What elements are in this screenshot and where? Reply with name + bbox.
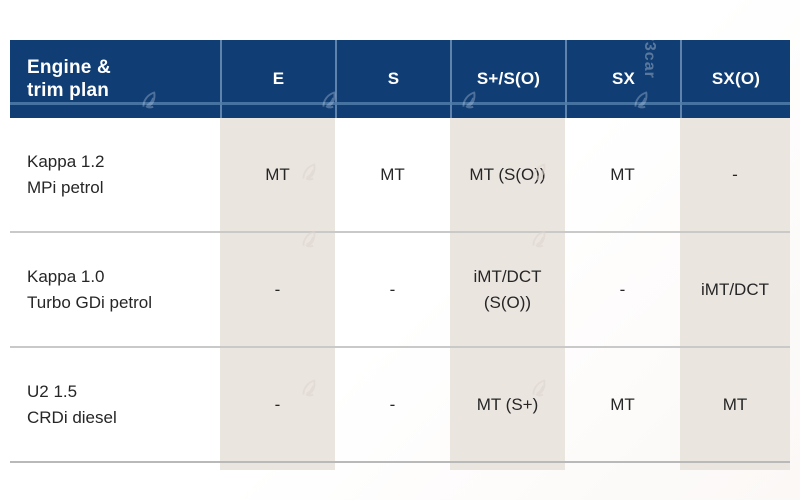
- column-header-s-label: S: [387, 69, 400, 88]
- column-header-e-label: E: [272, 69, 285, 88]
- cell-e-value: -: [274, 279, 281, 299]
- cell-s: -: [335, 233, 450, 346]
- column-header-splus-label: S+/S(O): [476, 69, 541, 88]
- cell-sx-value: MT: [610, 394, 635, 414]
- cell-e-value: -: [274, 394, 281, 414]
- cell-splus: iMT/DCT (S(O)): [450, 233, 565, 346]
- cell-s-value: MT: [380, 164, 405, 184]
- cell-e: MT: [220, 118, 335, 231]
- table-row: Kappa 1.2 MPi petrol MT MT MT (S(O)) MT …: [10, 118, 790, 233]
- cell-sxo-value: MT: [722, 394, 748, 414]
- cell-s-value: -: [389, 394, 396, 414]
- column-header-sx-label: SX: [611, 69, 636, 88]
- cell-sx-value: -: [619, 279, 626, 299]
- cell-sxo-value: -: [732, 164, 738, 184]
- cell-splus: MT (S+): [450, 348, 565, 461]
- cell-sx: MT: [565, 118, 680, 231]
- cell-splus-value: MT (S+): [476, 394, 539, 414]
- cell-sx: MT: [565, 348, 680, 461]
- cell-e: -: [220, 233, 335, 346]
- cell-sxo: iMT/DCT: [680, 233, 790, 346]
- column-header-sxo: SX(O): [680, 40, 790, 118]
- cell-engine: Kappa 1.2 MPi petrol: [10, 118, 220, 231]
- cell-splus-value: MT (S(O)): [469, 164, 546, 184]
- cell-engine-label: Kappa 1.0 Turbo GDi petrol: [27, 267, 153, 312]
- cell-engine-label: Kappa 1.2 MPi petrol: [27, 152, 105, 197]
- engine-trim-plan-table: Engine & trim plan E S S+/S(O) SX SX(O): [10, 32, 790, 472]
- cell-sxo: -: [680, 118, 790, 231]
- cell-splus-value: iMT/DCT (S(O)): [473, 267, 542, 312]
- cell-sxo: MT: [680, 348, 790, 461]
- cell-s: MT: [335, 118, 450, 231]
- table-row: Kappa 1.0 Turbo GDi petrol - - iMT/DCT (…: [10, 230, 790, 348]
- column-header-sx: SX: [565, 40, 680, 118]
- cell-engine-label: U2 1.5 CRDi diesel: [27, 382, 117, 427]
- table-row: U2 1.5 CRDi diesel - - MT (S+) MT MT: [10, 348, 790, 463]
- column-header-engine: Engine & trim plan: [10, 40, 220, 118]
- table-header-row: Engine & trim plan E S S+/S(O) SX SX(O): [10, 32, 790, 118]
- cell-e-value: MT: [265, 164, 290, 184]
- column-header-engine-label: Engine & trim plan: [27, 56, 111, 101]
- cell-sx: -: [565, 233, 680, 346]
- column-header-e: E: [220, 40, 335, 118]
- cell-s-value: -: [389, 279, 396, 299]
- cell-splus: MT (S(O)): [450, 118, 565, 231]
- cell-engine: U2 1.5 CRDi diesel: [10, 348, 220, 461]
- table-body: Kappa 1.2 MPi petrol MT MT MT (S(O)) MT …: [10, 118, 790, 463]
- column-header-splus: S+/S(O): [450, 40, 565, 118]
- cell-s: -: [335, 348, 450, 461]
- cell-e: -: [220, 348, 335, 461]
- column-header-s: S: [335, 40, 450, 118]
- cell-sxo-value: iMT/DCT: [701, 279, 769, 299]
- cell-engine: Kappa 1.0 Turbo GDi petrol: [10, 233, 220, 346]
- column-header-sxo-label: SX(O): [711, 69, 761, 88]
- cell-sx-value: MT: [610, 164, 635, 184]
